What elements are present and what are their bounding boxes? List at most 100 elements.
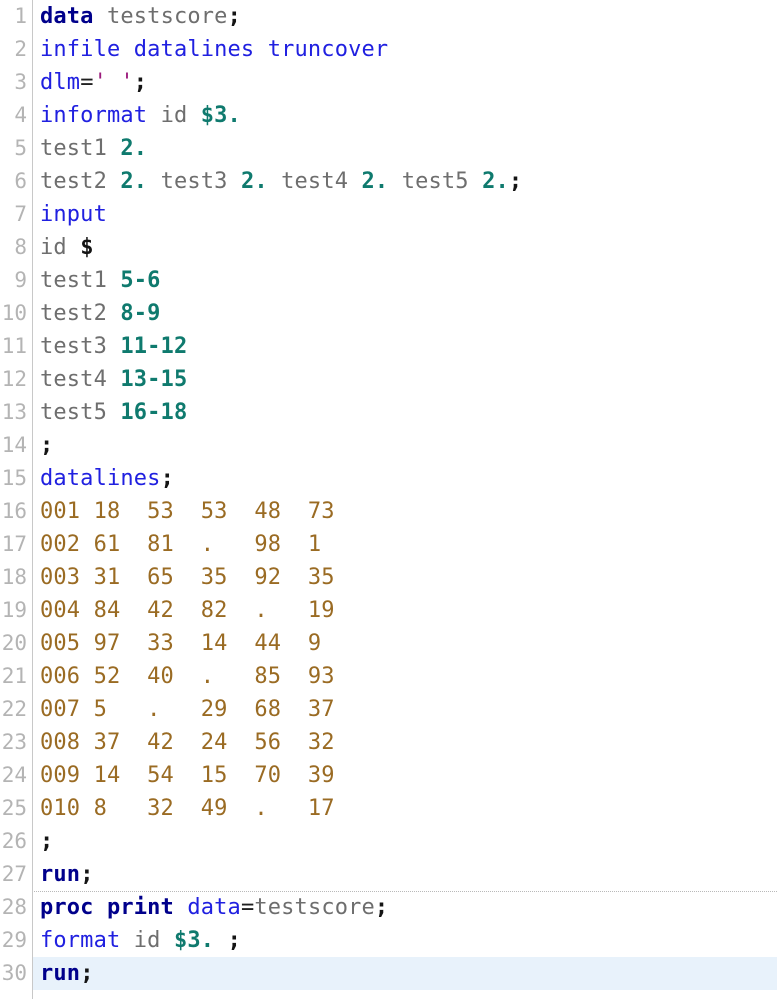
code-token: $ [80,235,94,260]
code-token: id [120,928,174,953]
code-token: ; [227,928,241,953]
line-number: 29 [1,928,27,952]
code-line-text: 006 52 40 . 85 93 [40,660,335,693]
code-line-text: run; [40,957,94,990]
line-number: 30 [1,961,27,985]
code-line[interactable]: 006 52 40 . 85 93 [0,660,777,693]
code-token: 2. [361,169,389,194]
code-line[interactable]: run; [0,858,777,891]
code-line-text: ; [40,429,53,462]
code-line-text: data testscore; [40,0,241,33]
code-line[interactable]: datalines; [0,462,777,495]
code-line-text: test2 2. test3 2. test4 2. test5 2.; [40,165,522,198]
code-line[interactable]: test2 8-9 [0,297,777,330]
code-line[interactable]: 002 61 81 . 98 1 [0,528,777,561]
code-token: 2. [120,136,148,161]
code-token: data [40,4,94,29]
code-line[interactable]: input [0,198,777,231]
code-line[interactable]: test3 11-12 [0,330,777,363]
line-number-gutter: 1 2 3 4 5 6 7 8 9 10 11 12 13 14 15 16 17 18 19 20 21 22 23 24 2… [0,0,33,999]
code-line-text: 008 37 42 24 56 32 [40,726,335,759]
code-line-text: test1 2. [40,132,147,165]
code-line[interactable]: infile datalines truncover [0,33,777,66]
code-line-text: infile datalines truncover [40,33,388,66]
code-token: id [147,103,201,128]
code-line-text: dlm=' '; [40,66,147,99]
code-token: 004 84 42 82 . 19 [40,598,335,623]
code-line[interactable]: ; [0,825,777,858]
line-number: 10 [1,301,27,325]
code-token: 002 61 81 . 98 1 [40,532,322,557]
code-token: 009 14 54 15 70 39 [40,763,335,788]
line-number: 21 [1,664,27,688]
code-token: ; [227,4,241,29]
code-line[interactable]: 010 8 32 49 . 17 [0,792,777,825]
line-number: 11 [1,334,27,358]
code-line[interactable]: ; [0,429,777,462]
code-token: test3 [147,169,241,194]
code-line[interactable]: id $ [0,231,777,264]
code-line[interactable]: 008 37 42 24 56 32 [0,726,777,759]
code-line-current[interactable]: run; [0,957,777,990]
code-token: test1 [40,136,121,161]
code-line-text: 003 31 65 35 92 35 [40,561,335,594]
code-token: = [240,895,255,920]
line-number: 25 [1,796,27,820]
code-line-text: 009 14 54 15 70 39 [40,759,335,792]
code-line[interactable]: test2 2. test3 2. test4 2. test5 2.; [0,165,777,198]
code-line-text: 010 8 32 49 . 17 [40,792,335,825]
code-token: test2 [40,301,121,326]
code-editor[interactable]: data testscore; infile datalines truncove… [0,0,777,999]
code-token: ; [374,895,389,920]
code-token: 2. [240,169,268,194]
code-token: test2 [40,169,121,194]
code-token: 2. [120,169,148,194]
code-token: 008 37 42 24 56 32 [40,730,335,755]
code-line[interactable]: 003 31 65 35 92 35 [0,561,777,594]
code-token: 2. [482,169,509,194]
code-line[interactable]: test4 13-15 [0,363,777,396]
code-line[interactable]: dlm=' '; [0,66,777,99]
code-line[interactable]: test1 2. [0,132,777,165]
code-token: 11-12 [120,334,188,359]
code-token: id [40,235,81,260]
line-number: 9 [14,268,27,292]
code-line-text: 005 97 33 14 44 9 [40,627,321,660]
code-token: data [187,895,241,920]
code-token: run [40,862,81,887]
line-number: 28 [1,895,27,919]
code-line-text: 002 61 81 . 98 1 [40,528,321,561]
code-content-area[interactable]: data testscore; infile datalines truncove… [0,0,777,999]
code-line[interactable]: 009 14 54 15 70 39 [0,759,777,792]
code-line[interactable]: 007 5 . 29 68 37 [0,693,777,726]
line-number: 27 [1,862,27,886]
code-token: $3. [173,928,215,953]
line-number: 12 [1,367,27,391]
code-token: test4 [267,169,362,194]
code-line[interactable]: data testscore; [0,0,777,33]
code-token: ; [40,433,54,458]
code-line[interactable]: test5 16-18 [0,396,777,429]
code-token: 8-9 [120,301,161,326]
code-token: 001 18 53 53 48 73 [40,499,335,524]
code-line-text: 007 5 . 29 68 37 [40,693,335,726]
code-token: 010 8 32 49 . 17 [40,796,335,821]
line-number: 24 [1,763,27,787]
code-line[interactable]: 005 97 33 14 44 9 [0,627,777,660]
code-line[interactable]: 004 84 42 82 . 19 [0,594,777,627]
code-line[interactable]: informat id $3. [0,99,777,132]
code-token: ; [133,70,148,95]
code-token: proc print [40,895,174,920]
code-token: 006 52 40 . 85 93 [40,664,335,689]
code-token: ; [160,466,174,491]
code-line-text: id $ [40,231,94,264]
code-token: 16-18 [120,400,188,425]
code-line[interactable]: proc print data=testscore; [0,891,777,924]
code-line[interactable]: format id $3. ; [0,924,777,957]
code-line-text: 004 84 42 82 . 19 [40,594,335,627]
code-line[interactable]: test1 5-6 [0,264,777,297]
code-line[interactable]: 001 18 53 53 48 73 [0,495,777,528]
line-number: 14 [1,433,27,457]
